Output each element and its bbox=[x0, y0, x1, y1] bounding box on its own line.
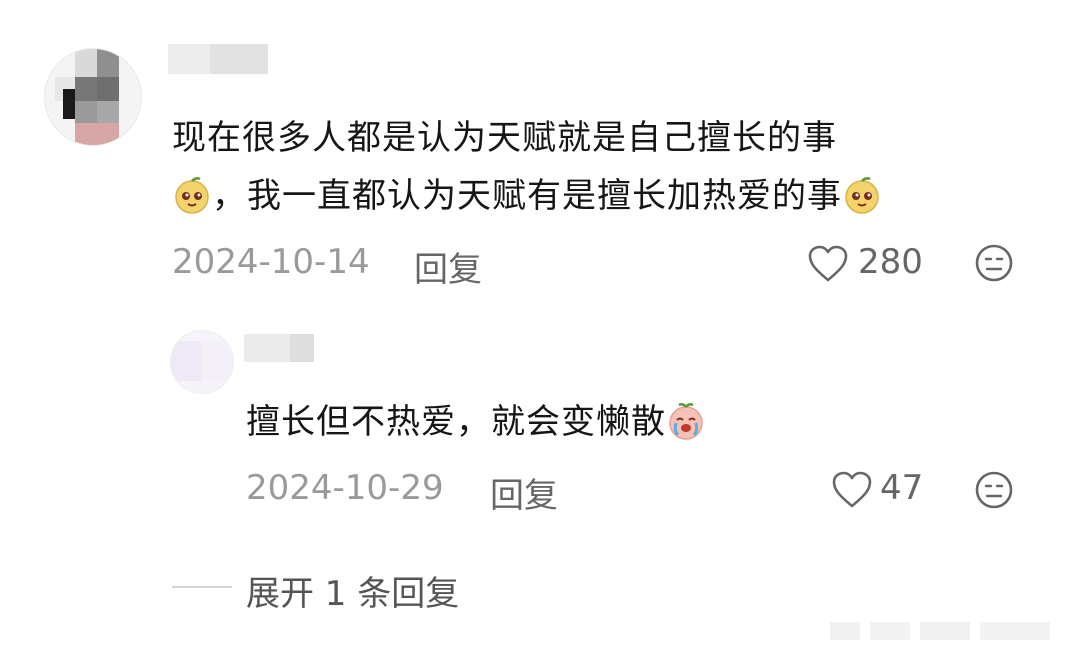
neutral-face-icon bbox=[975, 471, 1013, 509]
dislike-button[interactable] bbox=[974, 243, 1014, 287]
reply-avatar[interactable] bbox=[170, 330, 234, 394]
crying-peach-emoji-icon bbox=[669, 403, 703, 440]
like-button[interactable] bbox=[806, 244, 850, 284]
author-name-blur bbox=[210, 44, 268, 74]
smiling-gourd-emoji-icon bbox=[175, 177, 209, 214]
comment-text-line-2-content: ，我一直都认为天赋有是擅长加热爱的事 bbox=[212, 176, 842, 216]
like-count: 280 bbox=[858, 242, 923, 282]
comment-date: 2024-10-14 bbox=[172, 242, 370, 282]
smiling-gourd-emoji-icon bbox=[845, 177, 879, 214]
heart-icon bbox=[808, 245, 848, 282]
watermark bbox=[830, 616, 1060, 644]
reply-text-content: 擅长但不热爱，就会变懒散 bbox=[246, 402, 666, 442]
reply-dislike-button[interactable] bbox=[974, 470, 1014, 514]
reply-like-count: 47 bbox=[880, 468, 924, 508]
comment-text-line-2: ，我一直都认为天赋有是擅长加热爱的事 bbox=[172, 168, 882, 224]
expand-divider bbox=[172, 586, 232, 588]
reply-button[interactable]: 回复 bbox=[414, 242, 482, 291]
reply-date: 2024-10-29 bbox=[246, 468, 444, 508]
reply-like-button[interactable] bbox=[830, 470, 874, 510]
expand-replies-button[interactable]: 展开 1 条回复 bbox=[246, 566, 459, 615]
reply-author-name-blur bbox=[290, 334, 314, 362]
reply-reply-button[interactable]: 回复 bbox=[490, 468, 558, 517]
heart-icon bbox=[832, 471, 872, 508]
avatar[interactable] bbox=[44, 48, 142, 146]
neutral-face-icon bbox=[975, 244, 1013, 282]
comment-text-line-1: 现在很多人都是认为天赋就是自己擅长的事 bbox=[172, 118, 837, 158]
reply-text: 擅长但不热爱，就会变懒散 bbox=[246, 394, 706, 450]
